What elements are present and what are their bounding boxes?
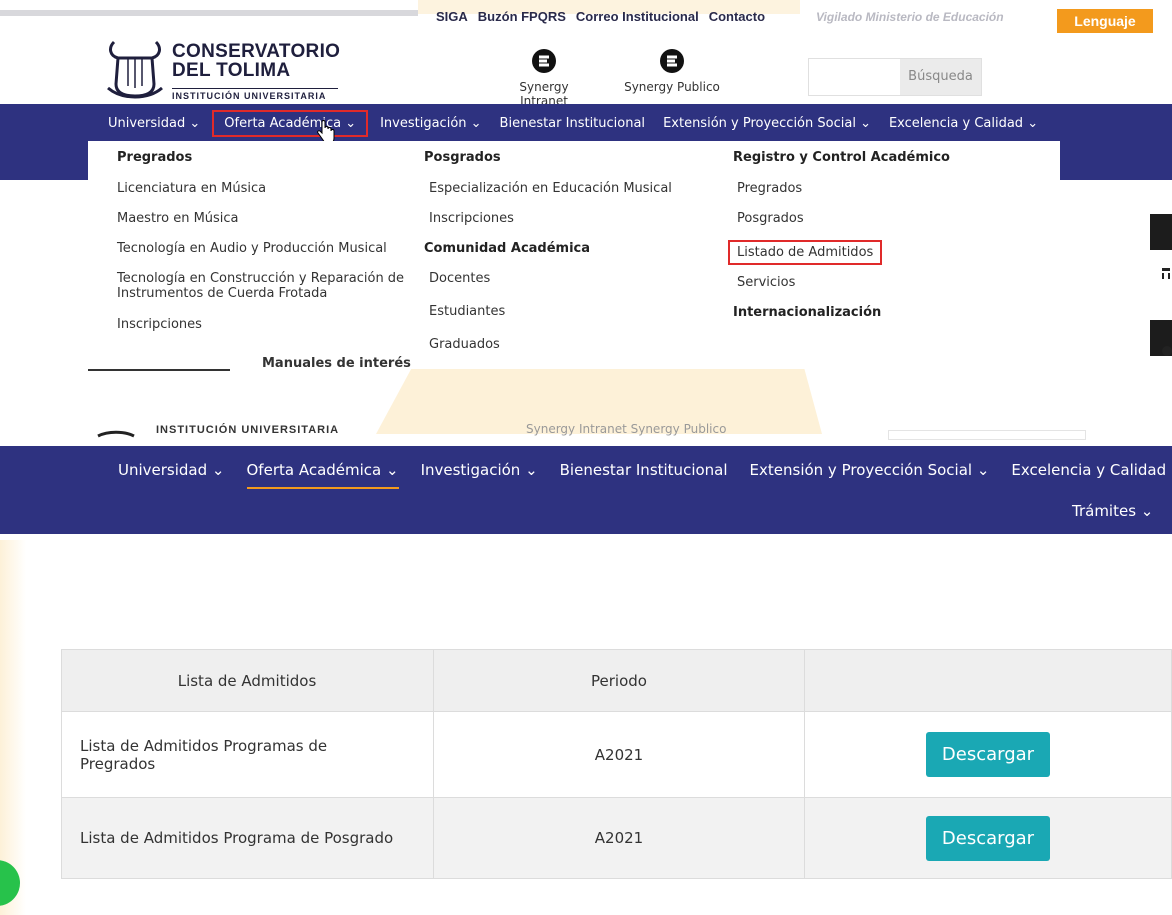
topbar-strip — [0, 10, 418, 16]
nav2-item-bienestar[interactable]: Bienestar Institucional — [560, 461, 728, 479]
menu-item[interactable]: Tecnología en Audio y Producción Musical — [117, 241, 404, 256]
mega-heading-posgrados: Posgrados — [424, 150, 501, 165]
synergy-publico-label: Synergy Publico — [624, 80, 720, 94]
download-button[interactable]: Descargar — [926, 815, 1050, 861]
menu-item[interactable]: Inscripciones — [424, 211, 672, 226]
nav-item-extension[interactable]: Extensión y Proyección Social ⌄ — [663, 116, 871, 131]
mega-heading-internacionalizacion[interactable]: Internacionalización — [733, 305, 950, 320]
search-input-shadow — [888, 430, 1086, 440]
row-name: Lista de Admitidos Programas de Pregrados — [61, 711, 434, 798]
menu-item-listado-admitidos[interactable]: Listado de Admitidos — [727, 240, 950, 265]
synergy-small-icon[interactable] — [1160, 344, 1172, 358]
accessibility-icon[interactable] — [1160, 266, 1172, 280]
menu-item[interactable]: Maestro en Música — [117, 211, 404, 226]
nav2-item-excelencia[interactable]: Excelencia y Calidad ⌄ — [1011, 461, 1172, 479]
nav-item-universidad[interactable]: Universidad ⌄ — [108, 116, 200, 131]
menu-item[interactable]: Especialización en Educación Musical — [424, 181, 672, 196]
logo-line3: INSTITUCIÓN UNIVERSITARIA — [172, 88, 338, 101]
sticky-nav: Universidad ⌄ Oferta Académica ⌄ Investi… — [118, 456, 1172, 489]
menu-item[interactable]: Posgrados — [733, 211, 950, 226]
top-links: SIGA Buzón FPQRS Correo Institucional Co… — [436, 9, 765, 24]
mega-heading-comunidad: Comunidad Académica — [424, 241, 591, 256]
nav-item-oferta[interactable]: Oferta Académica ⌄ — [212, 109, 369, 137]
logo-subtitle: INSTITUCIÓN UNIVERSITARIA — [156, 424, 340, 436]
mega-col-pregrados: Pregrados Licenciatura en Música Maestro… — [117, 141, 404, 332]
menu-item[interactable]: Servicios — [733, 275, 950, 290]
row-name-line: Lista de Admitidos Programas de — [80, 736, 328, 755]
link-buzon[interactable]: Buzón FPQRS — [478, 9, 566, 24]
nav2-item-oferta[interactable]: Oferta Académica ⌄ — [246, 461, 399, 489]
main-nav: Universidad ⌄ Oferta Académica ⌄ Investi… — [108, 109, 1038, 137]
logo-line2: DEL TOLIMA — [172, 60, 291, 81]
download-button[interactable]: Descargar — [926, 732, 1050, 777]
menu-item-line: Instrumentos de Cuerda Frotada — [117, 286, 328, 301]
row-action: Descargar — [804, 797, 1172, 879]
nav2-item-tramites[interactable]: Trámites ⌄ — [1072, 502, 1153, 520]
table-header-row: Lista de Admitidos Periodo — [61, 649, 1172, 712]
side-tool-button[interactable] — [1150, 214, 1172, 250]
admitidos-table: Lista de Admitidos Periodo Lista de Admi… — [61, 649, 1172, 879]
row-name: Lista de Admitidos Programa de Posgrado — [61, 797, 434, 879]
synergy-intranet-link[interactable]: Synergy Intranet — [494, 48, 594, 108]
divider — [88, 369, 230, 371]
table-row: Lista de Admitidos Programa de Posgrado … — [61, 797, 1172, 879]
menu-item-line: Tecnología en Construcción y Reparación … — [117, 271, 405, 286]
menu-item-label: Listado de Admitidos — [727, 240, 883, 265]
link-contacto[interactable]: Contacto — [709, 9, 765, 24]
search-button[interactable]: Búsqueda — [900, 59, 981, 95]
link-correo[interactable]: Correo Institucional — [576, 9, 699, 24]
manuales-heading: Manuales de interés — [262, 356, 411, 371]
menu-item-construccion[interactable]: Tecnología en Construcción y Reparación … — [117, 271, 404, 301]
menu-item[interactable]: Estudiantes — [424, 304, 672, 319]
synergy-icon — [660, 49, 684, 73]
nav2-item-investigacion[interactable]: Investigación ⌄ — [421, 461, 538, 479]
mega-heading-pregrados: Pregrados — [117, 150, 193, 165]
mega-menu: Pregrados Licenciatura en Música Maestro… — [88, 141, 1060, 369]
nav-item-excelencia[interactable]: Excelencia y Calidad ⌄ — [889, 116, 1038, 131]
mega-heading-registro: Registro y Control Académico — [733, 150, 950, 165]
menu-item[interactable]: Graduados — [424, 337, 672, 352]
lyre-logo-icon[interactable] — [104, 38, 166, 100]
row-action: Descargar — [804, 711, 1172, 798]
nav2-item-universidad[interactable]: Universidad ⌄ — [118, 461, 225, 479]
header-accion — [804, 649, 1172, 712]
header-periodo: Periodo — [433, 649, 805, 712]
mega-col-posgrados: Posgrados Especialización en Educación M… — [424, 141, 672, 352]
menu-item[interactable]: Pregrados — [733, 181, 950, 196]
link-siga[interactable]: SIGA — [436, 9, 468, 24]
mega-col-registro: Registro y Control Académico Pregrados P… — [727, 141, 950, 320]
menu-item[interactable]: Docentes — [424, 271, 672, 286]
nav2-item-extension[interactable]: Extensión y Proyección Social ⌄ — [750, 461, 990, 479]
language-button[interactable]: Lenguaje — [1057, 9, 1153, 33]
synergy-icon — [532, 49, 556, 73]
vigilado-text: Vigilado Ministerio de Educación — [816, 10, 1004, 24]
menu-item[interactable]: Licenciatura en Música — [117, 181, 404, 196]
logo-line1: CONSERVATORIO — [172, 41, 341, 62]
nav-item-investigacion[interactable]: Investigación ⌄ — [380, 116, 481, 131]
header-lista: Lista de Admitidos — [61, 649, 434, 712]
logo-fragment-icon — [97, 430, 135, 438]
decor-left — [0, 540, 26, 915]
nav-item-bienestar[interactable]: Bienestar Institucional — [500, 116, 646, 131]
row-name-line: Pregrados — [80, 754, 156, 773]
synergy-links-text: Synergy Intranet Synergy Publico — [526, 422, 727, 436]
synergy-publico-link[interactable]: Synergy Publico — [622, 48, 722, 94]
menu-item[interactable]: Inscripciones — [117, 317, 404, 332]
row-period: A2021 — [433, 797, 805, 879]
table-row: Lista de Admitidos Programas de Pregrados… — [61, 711, 1172, 798]
row-period: A2021 — [433, 711, 805, 798]
